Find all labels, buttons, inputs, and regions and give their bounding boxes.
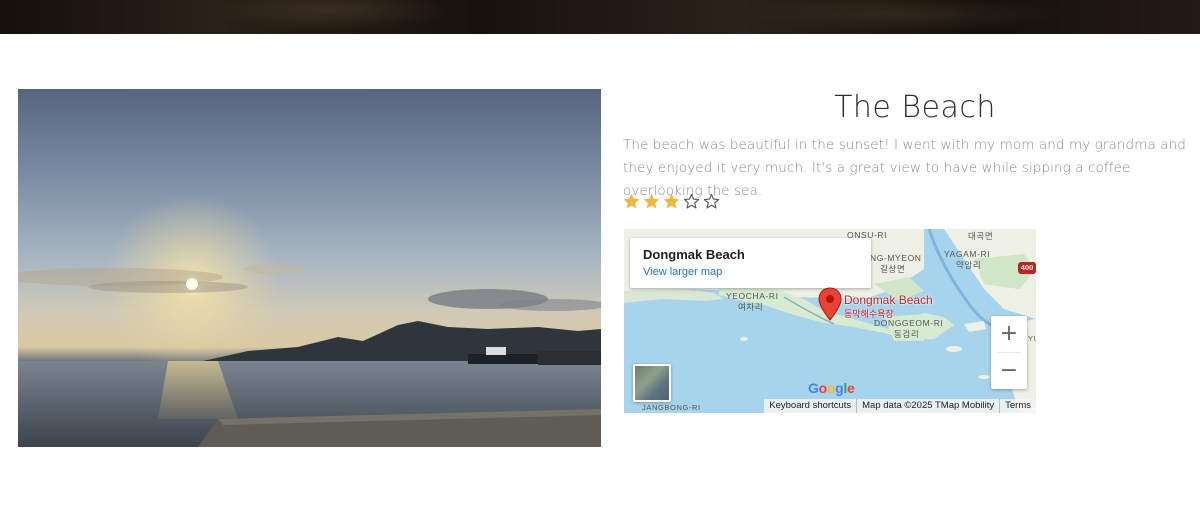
map-label-daegok-ko: 대곡면 [968, 231, 994, 241]
map-info-card: Dongmak Beach View larger map [630, 238, 871, 288]
map-label-yul: YUL [1028, 334, 1036, 343]
star-filled-icon [664, 194, 679, 209]
google-logo: Google [808, 380, 855, 396]
zoom-controls: + − [991, 316, 1027, 389]
map-label-yeocha-ri: YEOCHA-RI [726, 291, 779, 301]
map-label-yeocha-ko: 여차리 [738, 302, 764, 312]
map-label-yagam-ri: YAGAM-RI [944, 249, 991, 259]
star-filled-icon [644, 194, 659, 209]
view-larger-map-link[interactable]: View larger map [643, 266, 858, 278]
card-title: The Beach [834, 90, 996, 125]
map-data-credit[interactable]: Map data ©2025 TMap Mobility [856, 399, 999, 413]
map-label-donggeom-ko: 동검리 [894, 329, 920, 339]
embedded-map[interactable]: ONSU-RI 대곡면 NG-MYEON 길상면 YAGAM-RI 약암리 YE… [624, 229, 1036, 413]
terms-link[interactable]: Terms [999, 399, 1036, 413]
map-label-gil-myeon-ko: 길상면 [880, 264, 906, 274]
keyboard-shortcuts-link[interactable]: Keyboard shortcuts [764, 399, 856, 413]
map-label-yagam-ko: 약암리 [956, 260, 982, 270]
map-place-name: Dongmak Beach [643, 247, 745, 262]
map-label-jangbong-ri: JANGBONG-RI [642, 403, 701, 412]
plus-icon[interactable]: + [991, 316, 1027, 352]
map-attribution: Keyboard shortcuts Map data ©2025 TMap M… [764, 399, 1036, 413]
map-pin-icon[interactable] [818, 287, 842, 321]
minus-icon[interactable]: − [991, 353, 1027, 389]
beach-sunset-photo [18, 89, 601, 447]
star-empty-icon [703, 193, 720, 209]
top-banner-image [0, 0, 1200, 34]
map-pin-label[interactable]: Dongmak Beach [844, 293, 933, 307]
map-label-gil-myeon: NG-MYEON [870, 253, 922, 263]
map-pin-label-korean[interactable]: 동막해수욕장 [844, 307, 894, 320]
star-filled-icon [624, 194, 639, 209]
satellite-layer-icon[interactable] [633, 364, 671, 402]
route-400-badge: 400 [1018, 262, 1036, 274]
star-rating [623, 193, 720, 213]
star-empty-icon [683, 193, 700, 209]
